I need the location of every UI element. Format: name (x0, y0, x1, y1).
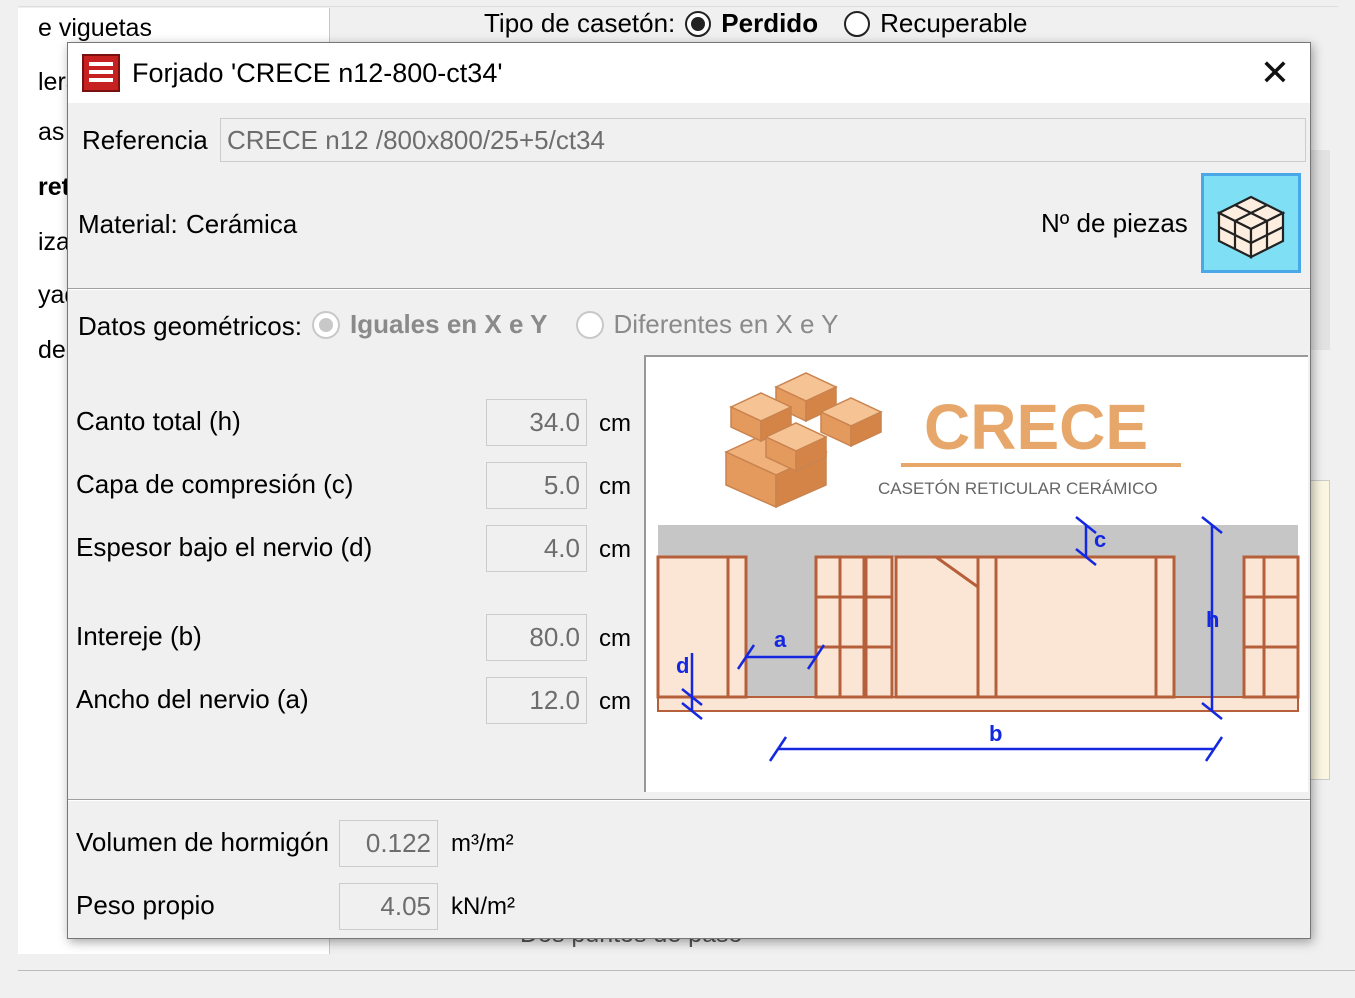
crece-brand: CRECE (924, 391, 1148, 463)
radio-recuperable-label: Recuperable (880, 8, 1028, 38)
close-button[interactable]: ✕ (1240, 43, 1310, 103)
scrollbar[interactable] (1310, 150, 1330, 350)
left-item[interactable]: as (38, 118, 64, 147)
dim-d-label: d (676, 653, 689, 678)
capa-compresion-unit: cm (599, 473, 631, 500)
cube-pieces-icon (1216, 195, 1286, 259)
capa-compresion-field[interactable]: 5.0 (486, 462, 587, 509)
dim-c-label: c (1094, 527, 1106, 552)
radio-recuperable[interactable] (844, 10, 871, 37)
caseton-type-group: Tipo de casetón: Perdido Recuperable (484, 8, 1028, 39)
left-item[interactable]: e viguetas (38, 14, 152, 43)
side-panel (1310, 480, 1330, 780)
volumen-hormigon-label: Volumen de hormigón (76, 827, 329, 857)
ancho-nervio-unit: cm (599, 688, 631, 715)
ancho-nervio-label: Ancho del nervio (a) (76, 684, 309, 714)
crece-logo-icon (724, 372, 883, 509)
volumen-hormigon-unit: m³/m² (451, 830, 514, 857)
peso-propio-label: Peso propio (76, 890, 215, 920)
radio-iguales-label: Iguales en X e Y (350, 309, 548, 339)
forjado-dialog: Forjado 'CRECE n12-800-ct34' ✕ Referenci… (67, 42, 1311, 939)
volumen-hormigon-field[interactable]: 0.122 (339, 820, 438, 867)
crece-diagram: CRECE CASETÓN RETICULAR CERÁMICO a b c d… (644, 355, 1308, 792)
dim-b-label: b (989, 721, 1002, 746)
canto-total-unit: cm (599, 410, 631, 437)
espesor-nervio-label: Espesor bajo el nervio (d) (76, 532, 373, 562)
dim-a-label: a (774, 627, 787, 652)
espesor-nervio-field[interactable]: 4.0 (486, 525, 587, 572)
status-bar (18, 970, 1355, 998)
close-icon: ✕ (1259, 52, 1291, 93)
radio-diferentes-label: Diferentes en X e Y (613, 309, 839, 339)
referencia-label: Referencia (82, 125, 208, 155)
dialog-titlebar[interactable]: Forjado 'CRECE n12-800-ct34' ✕ (68, 43, 1310, 103)
espesor-nervio-unit: cm (599, 536, 631, 563)
capa-compresion-label: Capa de compresión (c) (76, 469, 354, 499)
radio-perdido-label: Perdido (721, 8, 819, 38)
forjado-app-icon (82, 54, 120, 92)
crece-subtitle: CASETÓN RETICULAR CERÁMICO (878, 479, 1158, 498)
radio-iguales[interactable] (312, 310, 340, 339)
datos-options: Iguales en X e Y Diferentes en X e Y (312, 309, 839, 340)
piezas-label: Nº de piezas (1041, 208, 1188, 238)
dialog-title: Forjado 'CRECE n12-800-ct34' (132, 57, 503, 88)
ancho-nervio-field[interactable]: 12.0 (486, 677, 587, 724)
intereje-field[interactable]: 80.0 (486, 614, 587, 661)
intereje-label: Intereje (b) (76, 621, 202, 651)
caseton-label: Tipo de casetón: (484, 8, 676, 38)
radio-diferentes[interactable] (575, 310, 604, 339)
peso-propio-unit: kN/m² (451, 893, 515, 920)
dim-h-label: h (1206, 607, 1219, 632)
canto-total-field[interactable]: 34.0 (486, 399, 587, 446)
peso-propio-field[interactable]: 4.05 (339, 883, 438, 930)
material-label: Material: (78, 209, 178, 239)
datos-geometricos-label: Datos geométricos: (78, 311, 302, 341)
piezas-button[interactable] (1201, 173, 1301, 273)
canto-total-label: Canto total (h) (76, 406, 241, 436)
radio-perdido[interactable] (685, 10, 712, 37)
material-value: Cerámica (186, 209, 298, 239)
referencia-field[interactable]: CRECE n12 /800x800/25+5/ct34 (220, 118, 1306, 162)
intereje-unit: cm (599, 625, 631, 652)
section-drawing: CRECE CASETÓN RETICULAR CERÁMICO a b c d… (656, 372, 1300, 762)
